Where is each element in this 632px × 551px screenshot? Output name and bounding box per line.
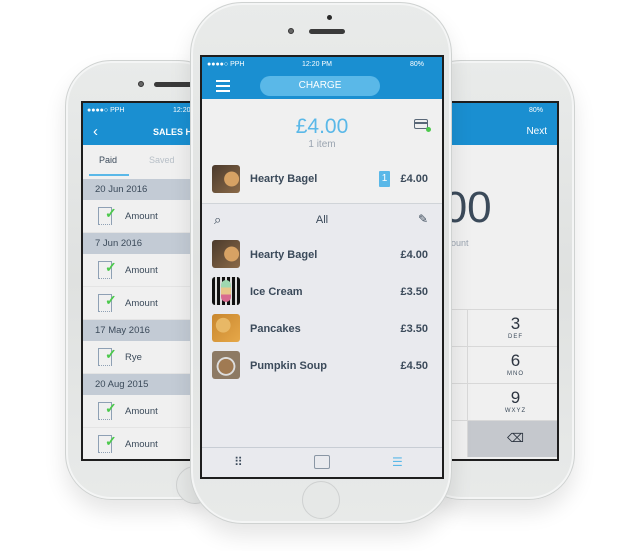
keypad-icon[interactable]: ⠿	[234, 455, 250, 469]
center-phone: ●●●●○ PPH 12:20 PM 80% CHARGE £4.00 1 it…	[190, 2, 452, 524]
tab-bar: ⠿ ☰	[202, 447, 442, 477]
back-icon[interactable]: ‹	[93, 123, 98, 140]
quantity-badge: 1	[379, 171, 390, 187]
battery: 80%	[409, 61, 424, 68]
library-item[interactable]: Ice Cream £3.50	[202, 273, 442, 310]
edit-icon[interactable]: ✎	[418, 212, 428, 226]
sale-label: Amount	[125, 265, 158, 276]
check-icon: ✓	[105, 205, 117, 221]
carrier: ●●●●○ PPH	[87, 107, 125, 114]
tab-underline	[89, 174, 129, 176]
item-name: Hearty Bagel	[250, 249, 318, 261]
speaker	[309, 29, 345, 34]
camera	[327, 15, 332, 20]
check-icon: ✓	[105, 433, 117, 449]
page-title: SALES H	[153, 127, 193, 137]
next-button[interactable]: Next	[526, 126, 547, 137]
total-amount: £4.00	[295, 115, 349, 138]
item-price: £3.50	[400, 323, 428, 335]
item-price: £4.50	[400, 360, 428, 372]
library-item[interactable]: Pumpkin Soup £4.50	[202, 347, 442, 384]
library-item[interactable]: Pancakes £3.50	[202, 310, 442, 347]
item-name: Pancakes	[250, 323, 301, 335]
check-icon: ✓	[105, 259, 117, 275]
category-filter[interactable]: All	[202, 214, 442, 226]
sensor	[288, 28, 294, 34]
home-button	[302, 481, 340, 519]
menu-icon[interactable]	[216, 80, 230, 92]
navbar: CHARGE	[202, 73, 442, 99]
filter-bar: ⌕ All ✎	[202, 204, 442, 236]
library-item[interactable]: Hearty Bagel £4.00	[202, 236, 442, 273]
item-thumbnail	[212, 240, 240, 268]
item-price: £4.00	[400, 173, 428, 185]
item-thumbnail	[212, 165, 240, 193]
key-9[interactable]: 9 WXYZ	[468, 383, 557, 420]
check-icon: ✓	[105, 292, 117, 308]
sale-label: Amount	[125, 298, 158, 309]
sale-label: Amount	[125, 439, 158, 450]
key-6[interactable]: 6 MNO	[468, 346, 557, 383]
charge-button[interactable]: CHARGE	[260, 76, 380, 96]
time: 12:20 PM	[302, 61, 332, 68]
item-thumbnail	[212, 314, 240, 342]
item-name: Ice Cream	[250, 286, 303, 298]
status-dot	[426, 127, 431, 132]
sale-label: Amount	[125, 211, 158, 222]
item-thumbnail	[212, 351, 240, 379]
check-icon: ✓	[105, 400, 117, 416]
list-icon[interactable]: ☰	[392, 455, 408, 469]
carrier: ●●●●○ PPH	[207, 61, 245, 68]
sale-label: Rye	[125, 352, 142, 363]
sensor	[138, 81, 144, 87]
calculator-icon[interactable]	[314, 455, 330, 469]
item-price: £4.00	[400, 249, 428, 261]
battery: 80%	[528, 107, 543, 114]
item-thumbnail	[212, 277, 240, 305]
checkout-screen: ●●●●○ PPH 12:20 PM 80% CHARGE £4.00 1 it…	[200, 55, 444, 479]
item-library: ⌕ All ✎ Hearty Bagel £4.00 Ice Cream £3.…	[202, 204, 442, 447]
cart-item[interactable]: Hearty Bagel 1 £4.00	[202, 163, 442, 195]
check-icon: ✓	[105, 346, 117, 362]
item-name: Pumpkin Soup	[250, 360, 327, 372]
sale-label: Amount	[125, 406, 158, 417]
tab-paid[interactable]: Paid	[99, 155, 117, 165]
speaker	[154, 82, 194, 87]
delete-key[interactable]: ⌫	[468, 420, 557, 457]
item-price: £3.50	[400, 286, 428, 298]
key-3[interactable]: 3 DEF	[468, 309, 557, 346]
backspace-icon: ⌫	[507, 431, 524, 445]
items-count: 1 item	[308, 139, 336, 150]
tab-saved[interactable]: Saved	[149, 155, 175, 165]
item-name: Hearty Bagel	[250, 173, 318, 185]
status-bar: ●●●●○ PPH 12:20 PM 80%	[202, 57, 442, 73]
